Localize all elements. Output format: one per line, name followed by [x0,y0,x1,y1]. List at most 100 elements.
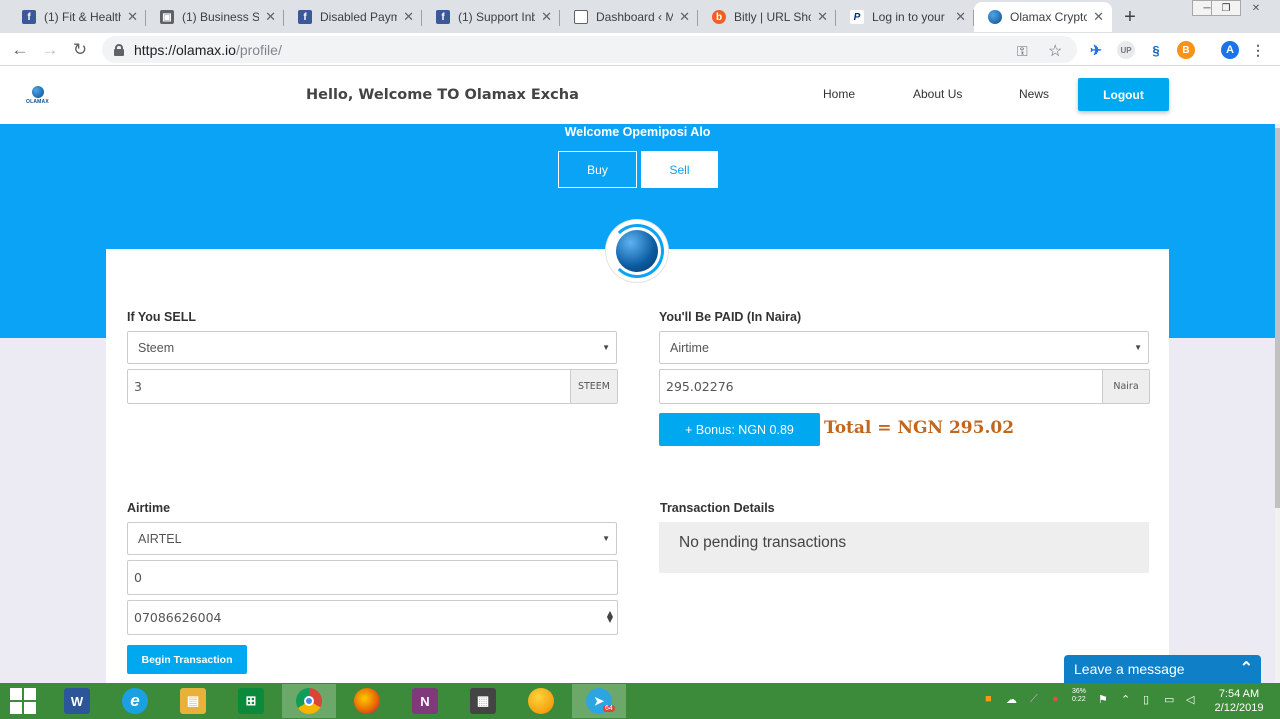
number-spinner-icon[interactable]: ▲ ▼ [607,610,613,624]
reload-icon[interactable]: ↻ [69,39,91,61]
close-tab-icon[interactable]: ✕ [679,9,690,25]
nav-home-link[interactable]: Home [823,87,855,101]
new-tab-button[interactable]: + [1117,4,1143,30]
sell-coin-select[interactable]: Steem ▼ [127,331,617,364]
paid-amount-input[interactable]: 295.02276 Naira [659,369,1150,404]
close-tab-icon[interactable]: ✕ [127,9,138,25]
tray-security-icon[interactable]: ● [1052,693,1059,705]
begin-transaction-button[interactable]: Begin Transaction [127,645,247,674]
forward-arrow-icon[interactable]: → [39,39,61,61]
chevron-up-icon[interactable]: ⌃ [1240,658,1253,678]
sell-coin-value: Steem [138,340,175,355]
browser-tab-7[interactable]: P Log in to your ✕ [836,2,974,32]
taskbar-clock[interactable]: 7:54 AM 2/12/2019 [1210,687,1268,715]
bookmark-star-icon[interactable]: ☆ [1048,41,1062,61]
telegram-unread-badge: 64 [603,705,615,712]
tab-title: (1) Fit & Health [44,10,122,24]
nav-about-link[interactable]: About Us [913,87,962,101]
close-tab-icon[interactable]: ✕ [955,9,966,25]
taskbar-onenote-icon[interactable]: N [398,684,452,718]
tab-title: Disabled Payme [320,10,398,24]
back-arrow-icon[interactable]: ← [9,39,31,61]
browser-tab-2[interactable]: ▣ (1) Business Set ✕ [146,2,284,32]
lock-icon [114,43,124,56]
user-welcome-text: Welcome Opemiposi Alo [564,125,711,139]
transaction-status-text: No pending transactions [679,534,847,551]
browser-menu-icon[interactable]: ⋮ [1249,41,1267,59]
profile-avatar[interactable]: A [1221,41,1239,59]
browser-tab-1[interactable]: f (1) Fit & Health ✕ [8,2,146,32]
nav-news-link[interactable]: News [1019,87,1049,101]
airtime-amount-input[interactable]: 0 [127,560,618,595]
sell-tab-button[interactable]: Sell [641,151,718,188]
extension-plane-icon[interactable]: ✈ [1087,41,1105,59]
dropdown-caret-icon: ▼ [602,343,610,352]
close-tab-icon[interactable]: ✕ [817,9,828,25]
transaction-details-label: Transaction Details [660,501,775,515]
taskbar-file-explorer-icon[interactable]: ▤ [166,684,220,718]
taskbar-internet-explorer-icon[interactable]: e [108,684,162,718]
bonus-button[interactable]: + Bonus: NGN 0.89 [659,413,820,446]
tray-pen-icon[interactable]: ⟋ [1030,693,1038,706]
airtime-label: Airtime [127,501,171,515]
taskbar-telegram-icon[interactable]: ➤ 64 [572,684,626,718]
facebook-icon: f [436,10,450,24]
paid-label: You'll Be PAID (In Naira) [659,310,802,324]
tray-volume-icon[interactable]: ◁ [1186,693,1194,706]
sell-amount-value: 3 [134,379,142,394]
dropdown-caret-icon: ▼ [1134,343,1142,352]
olamax-logo[interactable]: OLAMAX [26,86,50,108]
taskbar-vlc-icon[interactable] [514,684,568,718]
close-tab-icon[interactable]: ✕ [541,9,552,25]
battery-percent: 36% [1072,688,1087,695]
extension-up-icon[interactable]: UP [1117,41,1135,59]
tray-app-icon[interactable]: ■ [985,693,992,705]
network-value: AIRTEL [138,531,182,546]
tab-title: (1) Business Set [182,10,260,24]
tray-battery-icon[interactable]: ▯ [1143,693,1149,706]
extension-steem-icon[interactable]: § [1147,41,1165,59]
browser-tab-6[interactable]: b Bitly | URL Shor ✕ [698,2,836,32]
site-header: OLAMAX Hello, Welcome TO Olamax Excha Ho… [0,66,1280,124]
close-tab-icon[interactable]: ✕ [403,9,414,25]
taskbar-store-icon[interactable]: ⊞ [224,684,278,718]
leave-message-chat-widget[interactable]: Leave a message ⌃ [1064,655,1261,683]
tray-show-hidden-icon[interactable]: ⌃ [1121,693,1130,706]
logo-globe-icon [32,86,44,98]
network-select[interactable]: AIRTEL ▼ [127,522,617,555]
taskbar-chrome-icon[interactable] [282,684,336,718]
payment-method-select[interactable]: Airtime ▼ [659,331,1149,364]
phone-number-input[interactable]: 07086626004 ▲ ▼ [127,600,618,635]
tray-battery-stats: 36% 0:22 [1072,688,1086,704]
chat-label: Leave a message [1074,661,1185,677]
scrollbar-thumb[interactable] [1275,128,1280,508]
tab-title: Log in to your [872,10,945,24]
browser-tab-5[interactable]: Dashboard ‹ M ✕ [560,2,698,32]
tray-cloud-icon[interactable]: ☁ [1006,693,1017,706]
taskbar-firefox-icon[interactable] [340,684,394,718]
browser-tab-3[interactable]: f Disabled Payme ✕ [284,2,422,32]
payment-method-value: Airtime [670,340,709,355]
paid-amount-value: 295.02276 [666,379,734,394]
tray-flag-icon[interactable]: ⚑ [1098,693,1108,706]
extension-bitcoin-icon[interactable]: B [1177,41,1195,59]
close-window-button[interactable]: ✕ [1241,0,1271,16]
taskbar-media-app-icon[interactable]: ▦ [456,684,510,718]
windows-start-icon[interactable] [10,688,36,714]
close-tab-icon[interactable]: ✕ [265,9,276,25]
taskbar-word-icon[interactable]: W [50,684,104,718]
bitly-icon: b [712,10,726,24]
tray-network-icon[interactable]: ▭ [1164,693,1174,706]
windows-taskbar: W e ▤ ⊞ N ▦ ➤ 64 ■ ☁ ⟋ ● 36% 0:22 ⚑ ⌃ ▯ ▭… [0,683,1280,719]
close-tab-icon[interactable]: ✕ [1093,9,1104,25]
key-icon[interactable]: ⚿ [1017,43,1028,60]
logout-button[interactable]: Logout [1078,78,1169,111]
browser-tab-8-active[interactable]: Olamax Crypto ✕ [974,2,1112,32]
browser-tab-4[interactable]: f (1) Support Inb ✕ [422,2,560,32]
buy-tab-button[interactable]: Buy [558,151,637,188]
page-scrollbar[interactable] [1275,124,1280,683]
paid-unit-addon: Naira [1102,370,1149,403]
sell-amount-input[interactable]: 3 STEEM [127,369,618,404]
address-bar[interactable]: https://olamax.io/profile/ ⚿ ☆ [102,36,1077,63]
maximize-button[interactable]: ❐ [1211,0,1241,16]
